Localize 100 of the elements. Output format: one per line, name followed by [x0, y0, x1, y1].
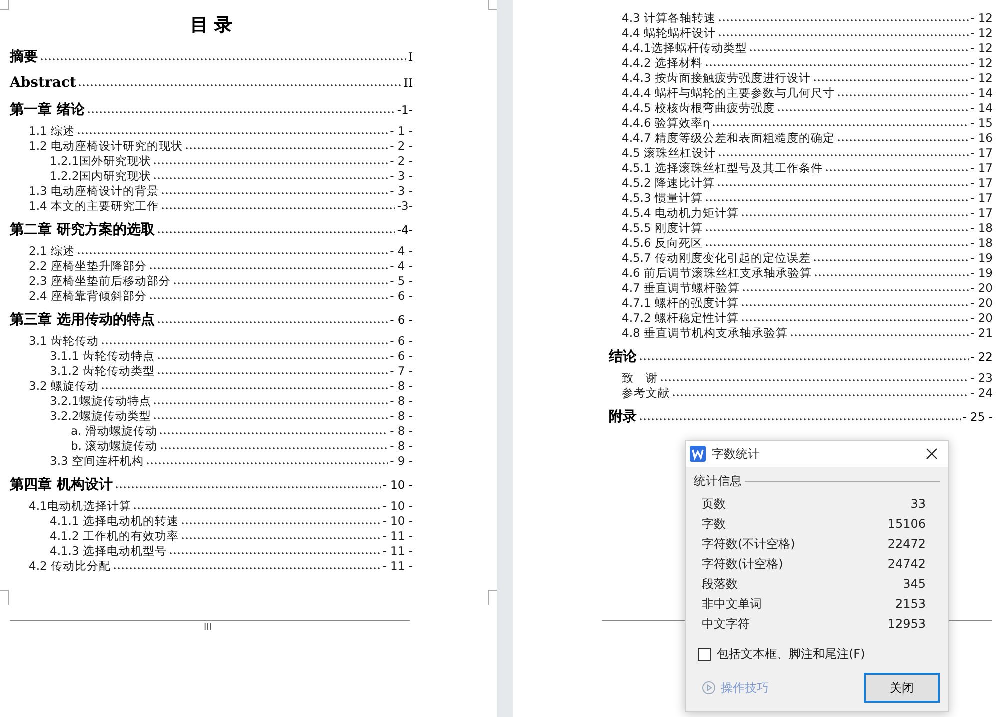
page-number: - 16	[970, 131, 993, 146]
toc-entry: 4.1.2 工作机的有效功率	[50, 529, 179, 544]
stat-value: 12953	[888, 616, 926, 633]
page-number: - 12	[970, 71, 993, 86]
toc-entry: 参考文献	[622, 386, 670, 401]
toc-entry: 4.5.1 选择滚珠丝杠型号及其工作条件	[622, 161, 823, 176]
app-logo-icon	[690, 446, 706, 462]
toc-entry: 4.5.2 降速比计算	[622, 176, 715, 191]
page-number: - 8 -	[390, 409, 413, 424]
page-number: - 14	[970, 101, 993, 116]
toc-entry: 附录	[609, 408, 637, 427]
toc-entry: 4.4.4 蜗杆与蜗轮的主要参数与几何尺寸	[622, 86, 835, 101]
stat-value: 24742	[888, 556, 926, 573]
toc-entry: 致 谢	[622, 371, 658, 386]
stat-value: 22472	[888, 536, 926, 553]
page-number: - 6 -	[390, 289, 413, 304]
page-number: - 6 -	[390, 334, 413, 349]
page-number: - 10 -	[382, 477, 413, 494]
toc-title: 目 录	[189, 14, 234, 38]
toc-entry: 4.5.5 刚度计算	[622, 221, 703, 236]
play-icon	[702, 681, 716, 695]
page-number: - 25 -	[962, 409, 993, 426]
toc-entry: 4.7.1 螺杆的强度计算	[622, 296, 739, 311]
page-footer: III	[0, 623, 416, 633]
page-number: - 18	[970, 236, 993, 251]
toc-entry: 1.2.2国内研究现状	[50, 169, 152, 184]
page-number: - 17	[970, 146, 993, 161]
toc-entry: 1.1 综述	[29, 124, 75, 139]
page-number: - 11 -	[382, 529, 413, 544]
toc-entry: 第一章 绪论	[10, 100, 85, 120]
checkbox-label[interactable]: 包括文本框、脚注和尾注(F)	[717, 646, 866, 663]
page-number: - 11 -	[382, 544, 413, 559]
toc-entry: 4.1.1 选择电动机的转速	[50, 514, 179, 529]
page-number: - 2 -	[390, 139, 413, 154]
page-number: - 20	[970, 281, 993, 296]
page-number: - 10 -	[382, 499, 413, 514]
page-number: - 4 -	[390, 259, 413, 274]
stat-value: 345	[903, 576, 926, 593]
page-number: I	[408, 49, 413, 66]
page-number: - 22	[970, 349, 993, 366]
toc-entry: 第四章 机构设计	[10, 476, 113, 495]
toc-entry: 3.3 空间连杆机构	[50, 454, 144, 469]
page-number: - 3 -	[390, 169, 413, 184]
toc-entry: 4.3 计算各轴转速	[622, 11, 716, 26]
toc-entry: 3.2 螺旋传动	[29, 379, 99, 394]
toc-entry: 3.2.2螺旋传动类型	[50, 409, 152, 424]
toc-entry: 3.1 齿轮传动	[29, 334, 99, 349]
page-number: - 10 -	[382, 514, 413, 529]
page-number: - 21	[970, 326, 993, 341]
toc-entry: 4.1.3 选择电动机型号	[50, 544, 167, 559]
toc-entry: b. 滚动螺旋传动	[71, 439, 158, 454]
page-number: - 17	[970, 191, 993, 206]
page-number: - 19	[970, 266, 993, 281]
toc-entry: 3.1.1 齿轮传动特点	[50, 349, 155, 364]
page-number: - 19	[970, 251, 993, 266]
stat-value: 15106	[888, 516, 926, 533]
stat-label: 中文字符	[702, 616, 750, 633]
toc-entry: 4.1电动机选择计算	[29, 499, 132, 514]
page-number: - 2 -	[390, 154, 413, 169]
stat-label: 页数	[702, 496, 726, 513]
toc-entry: 4.7 垂直调节螺杆验算	[622, 281, 740, 296]
page-number: - 8 -	[390, 379, 413, 394]
page-number: - 12	[970, 56, 993, 71]
page-number: - 3 -	[390, 184, 413, 199]
toc-entry: 3.2.1螺旋传动特点	[50, 394, 152, 409]
toc-entry: 第二章 研究方案的选取	[10, 220, 155, 240]
page-number: - 5 -	[390, 274, 413, 289]
toc-entry: 4.5.4 电动机力矩计算	[622, 206, 739, 221]
toc-entry: 4.8 垂直调节机构支承轴承验算	[622, 326, 788, 341]
stat-label: 字数	[702, 516, 726, 533]
page-number: - 7 -	[390, 364, 413, 379]
toc-entry: 4.6 前后调节滚珠丝杠支承轴承验算	[622, 266, 812, 281]
page-number: - 12	[970, 41, 993, 56]
stat-label: 字符数(不计空格)	[702, 536, 796, 553]
toc-entry: 4.7.2 螺杆稳定性计算	[622, 311, 739, 326]
page-number: - 8 -	[390, 394, 413, 409]
toc-entry: 4.5.7 传动刚度变化引起的定位误差	[622, 251, 811, 266]
page-number: - 24	[970, 386, 993, 401]
stat-label: 段落数	[702, 576, 738, 593]
toc-entry: 4.4 蜗轮蜗杆设计	[622, 26, 716, 41]
page-number: - 17	[970, 161, 993, 176]
page-number: - 8 -	[390, 424, 413, 439]
page-number: - 17	[970, 206, 993, 221]
toc-entry: 4.5 滚珠丝杠设计	[622, 146, 716, 161]
page-number: - 11 -	[382, 559, 413, 574]
toc-entry: 1.2 电动座椅设计研究的现状	[29, 139, 183, 154]
page-number: - 14	[970, 86, 993, 101]
checkbox[interactable]	[698, 648, 711, 661]
page-number: - 4 -	[390, 244, 413, 259]
toc-entry: 4.4.2 选择材料	[622, 56, 703, 71]
dialog-title: 字数统计	[712, 446, 761, 462]
toc-entry: Abstract	[10, 74, 76, 93]
toc-entry: 4.4.7 精度等级公差和表面粗糙度的确定	[622, 131, 835, 146]
page-number: -1-	[397, 102, 413, 119]
close-icon[interactable]	[926, 448, 938, 460]
toc-entry: 4.4.1选择蜗杆传动类型	[622, 41, 748, 56]
toc-entry: 1.2.1国外研究现状	[50, 154, 152, 169]
toc-entry: 4.4.5 校核齿根弯曲疲劳强度	[622, 101, 775, 116]
toc-entry: 4.5.3 惯量计算	[622, 191, 703, 206]
close-button[interactable]: 关闭	[864, 673, 940, 703]
